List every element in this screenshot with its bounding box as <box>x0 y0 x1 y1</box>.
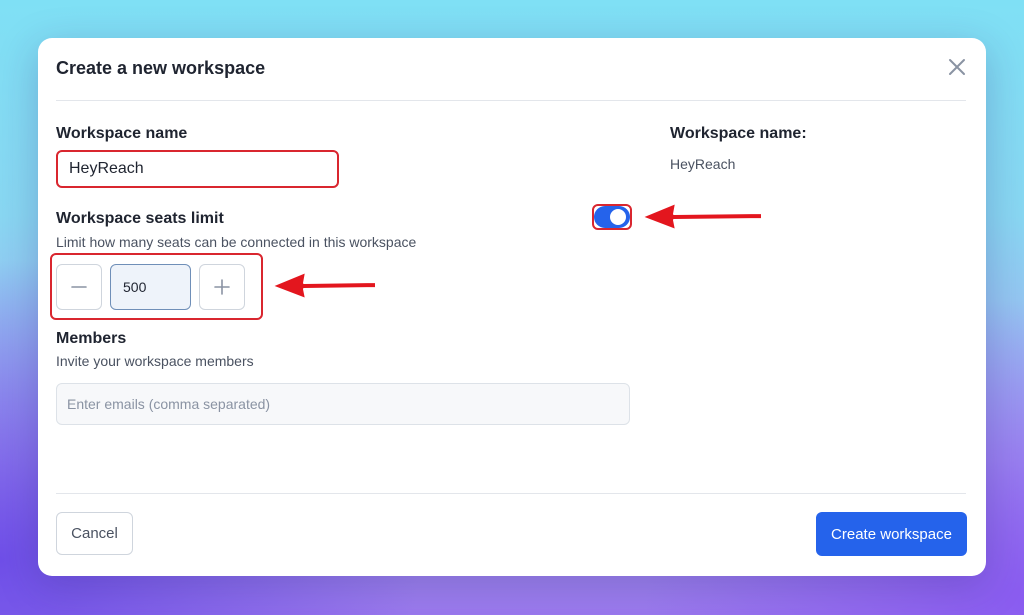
dialog-title: Create a new workspace <box>56 58 266 78</box>
members-email-input[interactable] <box>56 383 630 425</box>
close-button[interactable] <box>944 54 970 80</box>
decrement-button[interactable] <box>56 264 102 310</box>
increment-button[interactable] <box>199 264 245 310</box>
seats-limit-hint: Limit how many seats can be connected in… <box>56 234 417 250</box>
preview-value: HeyReach <box>670 156 736 172</box>
seats-limit-toggle[interactable] <box>594 206 630 228</box>
arrow-annotation-icon <box>271 271 377 300</box>
members-label: Members <box>56 330 127 347</box>
create-workspace-dialog: Create a new workspace Workspace name Wo… <box>38 38 986 576</box>
toggle-knob <box>610 209 626 225</box>
create-workspace-button[interactable]: Create workspace <box>816 512 967 556</box>
seats-limit-input[interactable] <box>110 264 191 310</box>
workspace-name-label: Workspace name <box>56 125 188 142</box>
footer-divider <box>56 493 966 494</box>
plus-icon <box>214 279 230 295</box>
minus-icon <box>71 286 87 288</box>
preview-label: Workspace name: <box>670 125 807 142</box>
workspace-name-input[interactable] <box>56 150 339 188</box>
cancel-button[interactable]: Cancel <box>56 512 133 555</box>
arrow-annotation-icon <box>641 202 763 231</box>
seats-limit-label: Workspace seats limit <box>56 210 224 227</box>
close-icon <box>949 59 965 75</box>
header-divider <box>56 100 966 101</box>
members-hint: Invite your workspace members <box>56 353 254 369</box>
